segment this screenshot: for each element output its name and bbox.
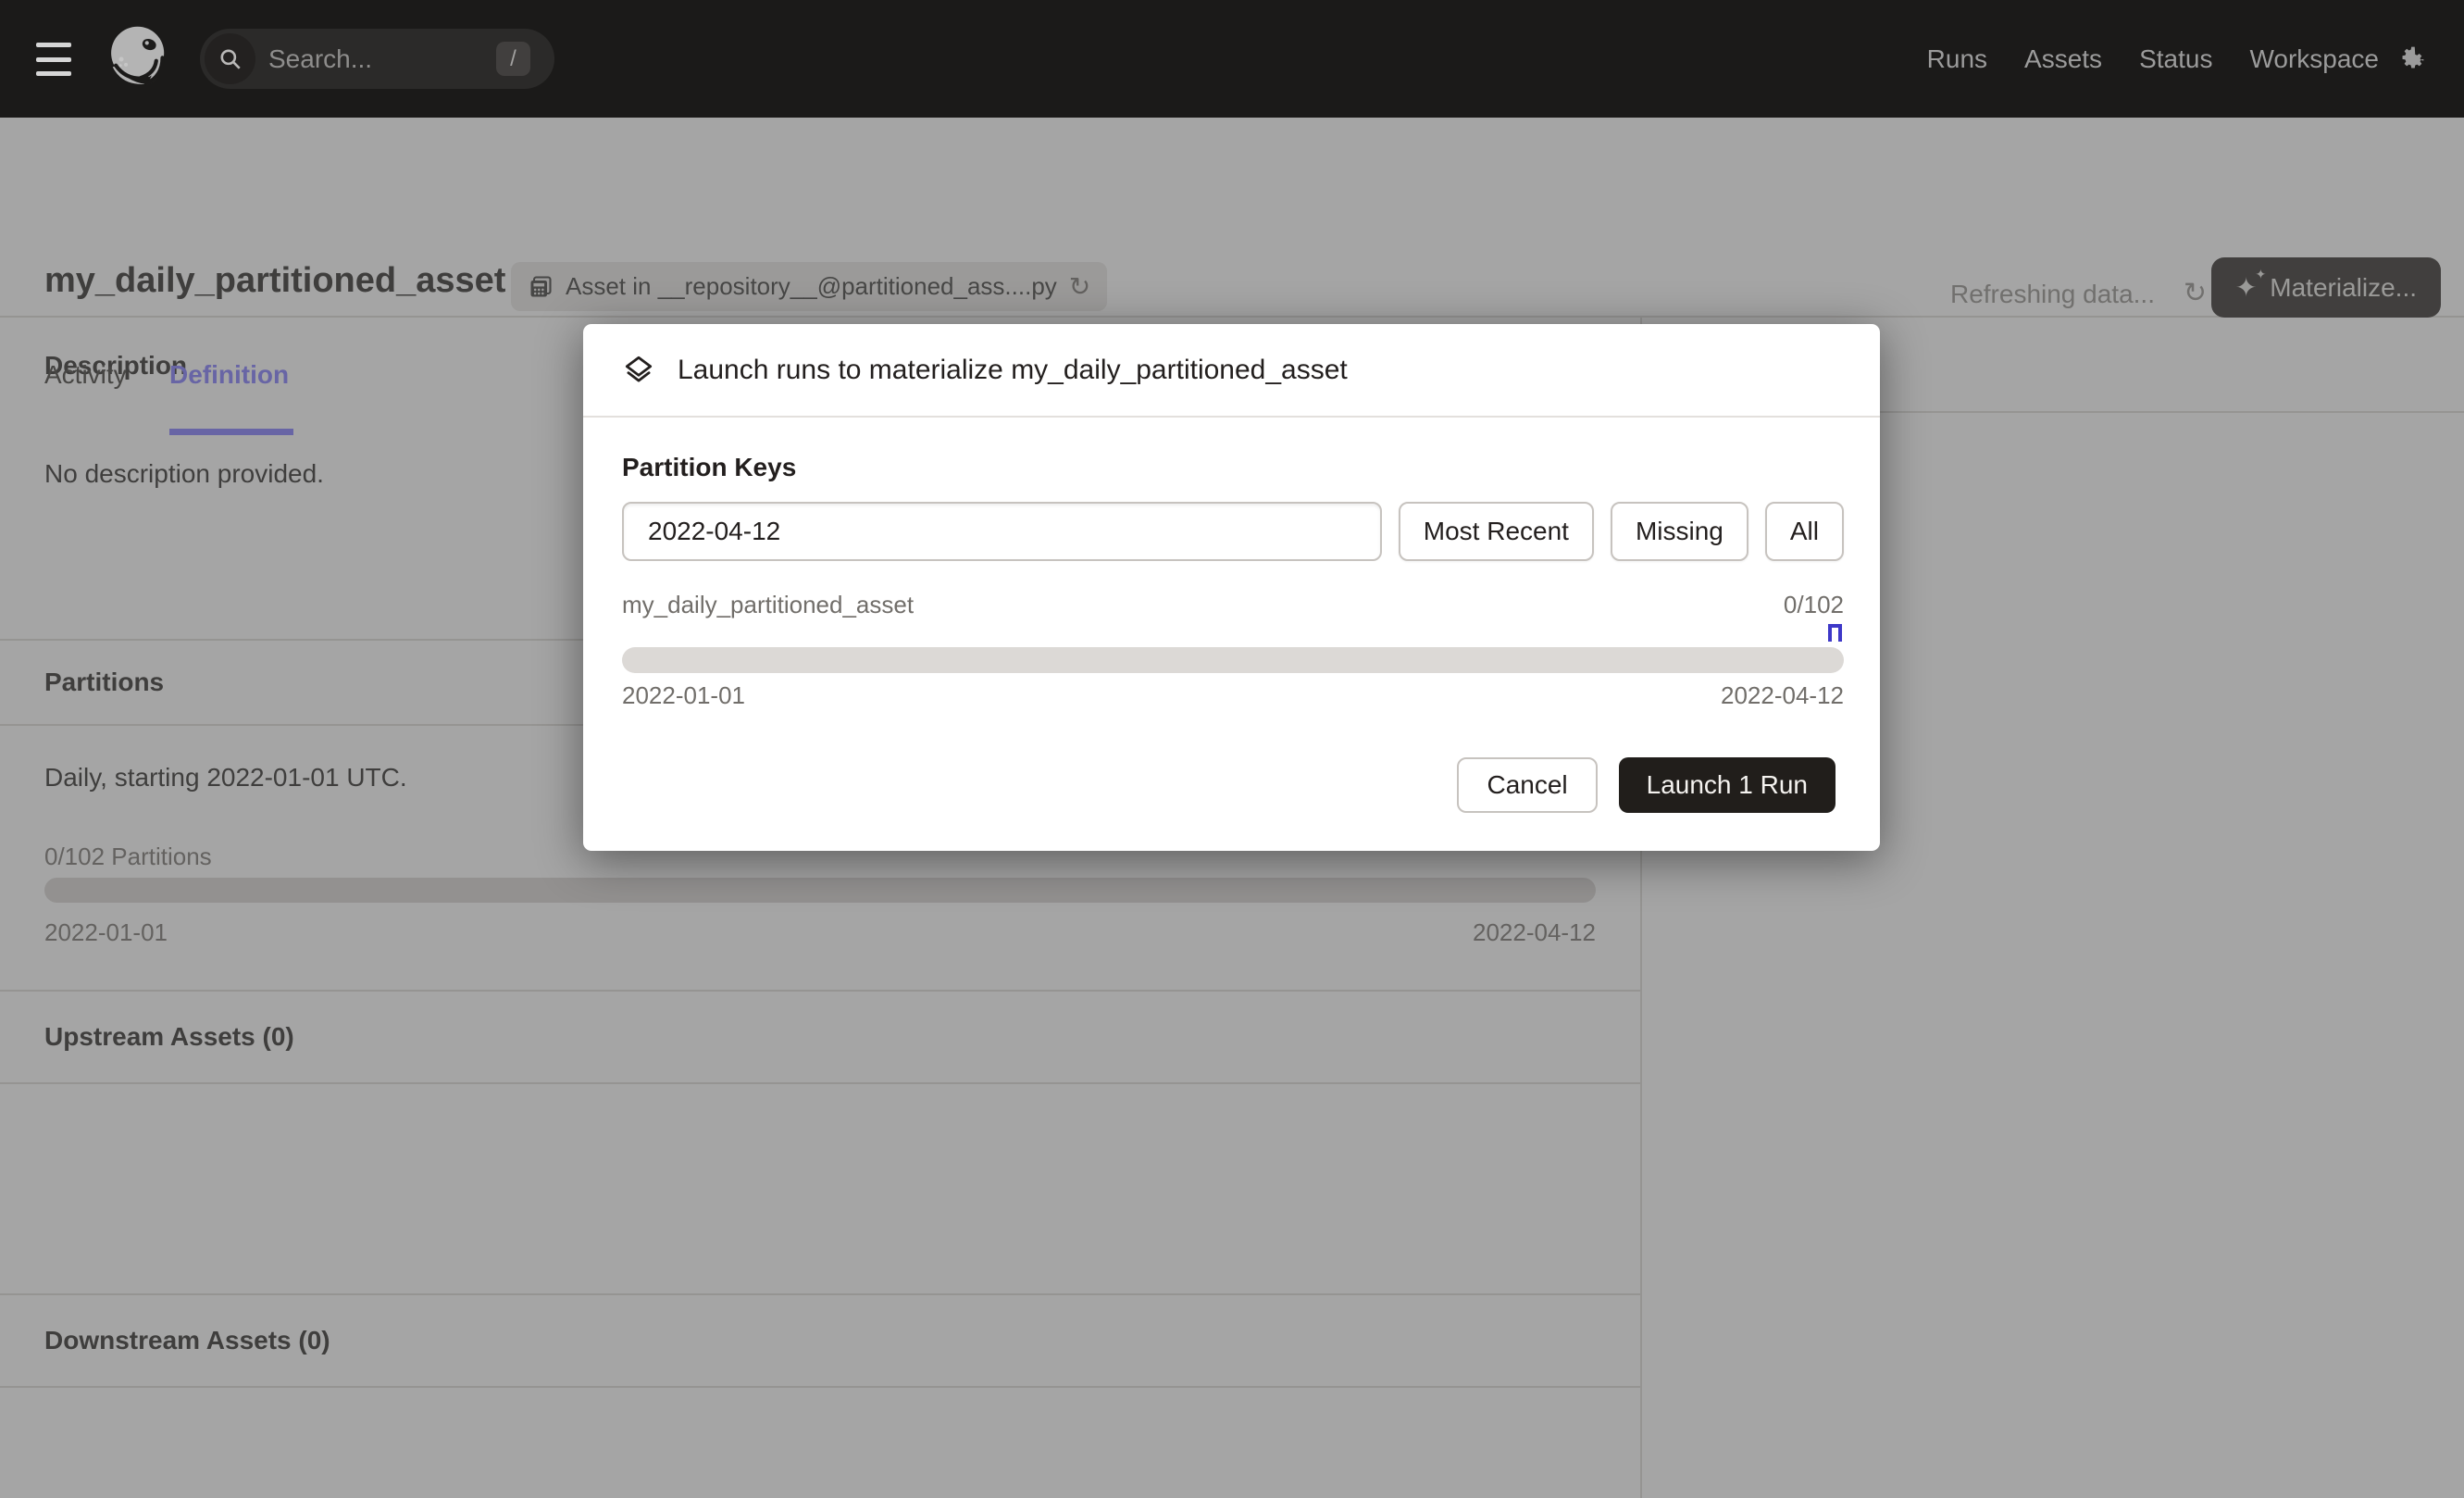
selected-partition-marker bbox=[1828, 624, 1842, 642]
dialog-range-start: 2022-01-01 bbox=[622, 681, 745, 710]
dialog-range-end: 2022-04-12 bbox=[1721, 681, 1844, 710]
dagster-logo-icon[interactable] bbox=[102, 20, 180, 98]
launch-run-button[interactable]: Launch 1 Run bbox=[1619, 757, 1836, 813]
navbar-links: Runs Assets Status Workspace bbox=[1927, 0, 2379, 118]
most-recent-button[interactable]: Most Recent bbox=[1399, 502, 1594, 561]
nav-workspace[interactable]: Workspace bbox=[2249, 44, 2379, 74]
top-navbar: / Runs Assets Status Workspace bbox=[0, 0, 2464, 118]
launch-partitions-dialog: Launch runs to materialize my_daily_part… bbox=[583, 324, 1880, 851]
settings-gear-icon[interactable] bbox=[2388, 0, 2434, 118]
nav-runs[interactable]: Runs bbox=[1927, 44, 1987, 74]
nav-status[interactable]: Status bbox=[2139, 44, 2212, 74]
dialog-asset-name: my_daily_partitioned_asset bbox=[622, 591, 914, 619]
missing-button[interactable]: Missing bbox=[1611, 502, 1748, 561]
global-search[interactable]: / bbox=[200, 29, 554, 89]
search-shortcut-key: / bbox=[496, 42, 530, 76]
dialog-title: Launch runs to materialize my_daily_part… bbox=[678, 355, 1348, 386]
dialog-footer: Cancel Launch 1 Run bbox=[1457, 757, 1836, 813]
search-icon bbox=[205, 33, 255, 84]
dialog-partition-bar[interactable] bbox=[622, 647, 1844, 673]
search-input[interactable] bbox=[268, 29, 481, 89]
cancel-button[interactable]: Cancel bbox=[1457, 757, 1597, 813]
nav-assets[interactable]: Assets bbox=[2024, 44, 2102, 74]
materialize-layers-icon bbox=[622, 354, 655, 387]
all-button[interactable]: All bbox=[1765, 502, 1844, 561]
partition-key-input[interactable] bbox=[622, 502, 1382, 561]
dialog-progress-count: 0/102 bbox=[1784, 591, 1844, 619]
hamburger-menu-icon[interactable] bbox=[36, 43, 71, 76]
dagster-asset-page: / Runs Assets Status Workspace my_daily_… bbox=[0, 0, 2464, 1498]
partition-keys-label: Partition Keys bbox=[622, 453, 796, 482]
dialog-header: Launch runs to materialize my_daily_part… bbox=[583, 324, 1880, 418]
partition-key-controls: Most Recent Missing All bbox=[622, 502, 1844, 561]
